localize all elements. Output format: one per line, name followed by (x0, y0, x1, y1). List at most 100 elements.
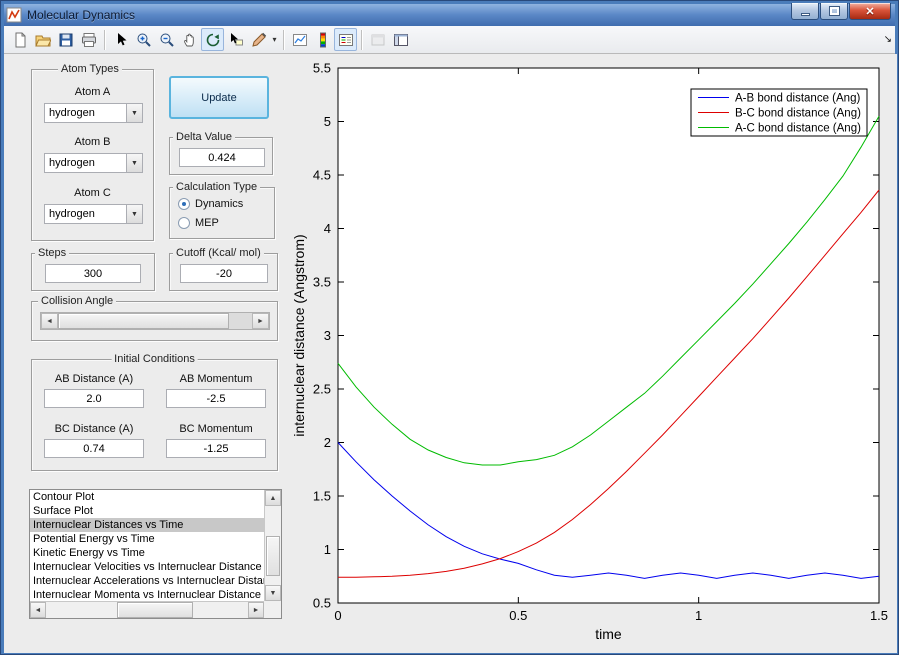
atom-a-dropdown[interactable]: hydrogen ▼ (44, 103, 143, 123)
svg-text:time: time (595, 626, 622, 642)
atom-c-dropdown[interactable]: hydrogen ▼ (44, 204, 143, 224)
initial-conditions-title: Initial Conditions (111, 353, 198, 365)
atom-b-dropdown[interactable]: hydrogen ▼ (44, 153, 143, 173)
atom-a-label: Atom A (74, 86, 111, 98)
list-item[interactable]: Internuclear Accelerations vs Internucle… (30, 574, 264, 588)
vertical-scroll-thumb[interactable] (266, 536, 280, 576)
scroll-left-icon[interactable]: ◄ (30, 602, 46, 618)
calculation-type-panel: Calculation Type Dynamics MEP (169, 181, 275, 239)
ab-momentum-input[interactable] (166, 389, 266, 408)
steps-panel: Steps (31, 247, 155, 291)
svg-text:1.5: 1.5 (313, 489, 331, 504)
steps-input[interactable] (45, 264, 141, 283)
pan-icon[interactable] (178, 28, 201, 51)
delta-value-input[interactable] (179, 148, 265, 167)
delta-value-title: Delta Value (173, 131, 236, 143)
rotate-3d-icon[interactable] (201, 28, 224, 51)
pointer-icon[interactable] (109, 28, 132, 51)
svg-text:4: 4 (324, 221, 331, 236)
slider-right-arrow-icon[interactable]: ► (252, 313, 269, 329)
close-icon: ✕ (865, 5, 875, 18)
atom-b-value: hydrogen (49, 157, 95, 169)
slider-track[interactable] (58, 313, 252, 329)
zoom-in-icon[interactable] (132, 28, 155, 51)
list-item[interactable]: Internuclear Velocities vs Internuclear … (30, 560, 264, 574)
cutoff-input[interactable] (180, 264, 268, 283)
atom-types-title: Atom Types (58, 63, 122, 75)
dynamics-radio[interactable]: Dynamics (178, 198, 243, 210)
toolbar-overflow-arrow[interactable]: ↘ (884, 34, 892, 45)
list-item[interactable]: Surface Plot (30, 504, 264, 518)
svg-text:B-C bond distance (Ang): B-C bond distance (Ang) (735, 108, 861, 120)
insert-colorbar-icon[interactable] (311, 28, 334, 51)
list-item[interactable]: Internuclear Momenta vs Internuclear Dis… (30, 588, 264, 601)
open-file-icon[interactable] (31, 28, 54, 51)
svg-text:1: 1 (324, 542, 331, 557)
list-item[interactable]: Internuclear Distances vs Time (30, 518, 264, 532)
list-item[interactable]: Kinetic Energy vs Time (30, 546, 264, 560)
new-file-icon[interactable] (8, 28, 31, 51)
maximize-button[interactable] (820, 3, 848, 20)
scroll-right-icon[interactable]: ► (248, 602, 264, 618)
window-title: Molecular Dynamics (27, 8, 136, 22)
svg-text:internuclear distance (Angstro: internuclear distance (Angstrom) (291, 234, 307, 436)
svg-text:0.5: 0.5 (509, 608, 527, 623)
cutoff-panel: Cutoff (Kcal/ mol) (169, 247, 278, 291)
save-figure-icon[interactable] (54, 28, 77, 51)
bc-momentum-input[interactable] (166, 439, 266, 458)
collision-angle-slider[interactable]: ◄ ► (40, 312, 270, 330)
brush-icon[interactable] (247, 28, 270, 51)
brush-dropdown-icon[interactable]: ▾ (270, 35, 279, 44)
hide-plot-tools-icon[interactable] (366, 28, 389, 51)
minimize-button[interactable] (791, 3, 819, 20)
update-button[interactable]: Update (169, 76, 269, 119)
calculation-type-title: Calculation Type (173, 181, 261, 193)
steps-title: Steps (35, 247, 70, 259)
data-cursor-icon[interactable] (224, 28, 247, 51)
svg-text:2: 2 (324, 435, 331, 450)
ab-distance-input[interactable] (44, 389, 144, 408)
slider-left-arrow-icon[interactable]: ◄ (41, 313, 58, 329)
horizontal-scroll-track[interactable] (46, 602, 248, 618)
horizontal-scrollbar[interactable]: ◄ ► (30, 601, 264, 618)
collision-angle-panel: Collision Angle ◄ ► (31, 295, 278, 341)
vertical-scrollbar[interactable]: ▲ ▼ (264, 490, 281, 601)
print-figure-icon[interactable] (77, 28, 100, 51)
title-bar[interactable]: Molecular Dynamics ✕ (4, 3, 895, 26)
atom-types-panel: Atom Types Atom A hydrogen ▼ Atom B hydr… (31, 63, 154, 241)
atom-c-value: hydrogen (49, 208, 95, 220)
radio-selected-icon (178, 198, 190, 210)
svg-text:1: 1 (695, 608, 702, 623)
scroll-up-icon[interactable]: ▲ (265, 490, 281, 506)
scroll-down-icon[interactable]: ▼ (265, 585, 281, 601)
link-plot-icon[interactable] (288, 28, 311, 51)
axes-plot[interactable]: 0.511.522.533.544.555.50 0.5 1 1.5timeinter… (284, 54, 897, 653)
maximize-icon (828, 6, 840, 16)
bc-distance-label: BC Distance (A) (54, 423, 134, 435)
show-plot-tools-icon[interactable] (389, 28, 412, 51)
atom-c-label: Atom C (74, 187, 111, 199)
delta-value-panel: Delta Value (169, 131, 273, 175)
bc-distance-input[interactable] (44, 439, 144, 458)
list-item[interactable]: Contour Plot (30, 490, 264, 504)
scrollbar-corner (264, 601, 281, 618)
zoom-out-icon[interactable] (155, 28, 178, 51)
app-window: Molecular Dynamics ✕ ▾ ↘ Atom Types Atom… (0, 0, 899, 655)
ab-distance-label: AB Distance (A) (54, 373, 134, 385)
listbox-items: Contour Plot Surface Plot Internuclear D… (30, 490, 264, 601)
plot-type-listbox[interactable]: Contour Plot Surface Plot Internuclear D… (29, 489, 282, 619)
horizontal-scroll-thumb[interactable] (116, 602, 194, 618)
atom-b-label: Atom B (74, 136, 111, 148)
insert-legend-icon[interactable] (334, 28, 357, 51)
svg-text:4.5: 4.5 (313, 168, 331, 183)
ab-momentum-label: AB Momentum (179, 373, 253, 385)
vertical-scroll-track[interactable] (265, 506, 281, 585)
toolbar-separator (104, 29, 105, 50)
cutoff-title: Cutoff (Kcal/ mol) (173, 247, 264, 259)
slider-thumb[interactable] (58, 313, 229, 329)
svg-text:5: 5 (324, 114, 331, 129)
close-button[interactable]: ✕ (849, 3, 891, 20)
svg-text:3: 3 (324, 328, 331, 343)
mep-radio[interactable]: MEP (178, 217, 219, 229)
list-item[interactable]: Potential Energy vs Time (30, 532, 264, 546)
